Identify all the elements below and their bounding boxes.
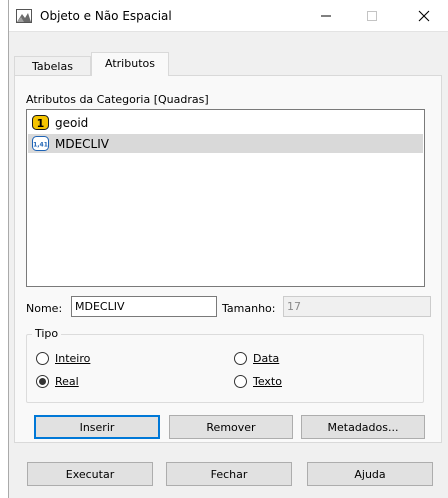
minimize-button[interactable] [303, 0, 349, 32]
radio-inteiro[interactable]: Inteiro [36, 352, 90, 365]
close-icon [418, 10, 430, 22]
real-type-icon: 1,41 [32, 136, 49, 151]
radio-label: Data [253, 352, 280, 365]
radio-button-unchecked [234, 375, 247, 388]
title-bar[interactable]: Objeto e Não Espacial [9, 0, 448, 32]
list-item-label: MDECLIV [55, 136, 109, 151]
app-icon [16, 9, 32, 23]
remove-button[interactable]: Remover [169, 415, 293, 439]
radio-real[interactable]: Real [36, 375, 79, 388]
list-item-mdecliv[interactable]: 1,41 MDECLIV [28, 134, 423, 153]
name-input[interactable]: MDECLIV [71, 296, 217, 317]
maximize-icon [367, 11, 377, 21]
maximize-button[interactable] [349, 0, 395, 32]
close-dialog-button[interactable]: Fechar [166, 462, 292, 486]
radio-data[interactable]: Data [234, 352, 279, 365]
integer-type-icon: 1 [32, 115, 49, 130]
tab-atributos[interactable]: Atributos [91, 52, 169, 76]
minimize-icon [321, 15, 331, 17]
list-item-label: geoid [55, 115, 89, 130]
tab-tabelas[interactable]: Tabelas [14, 56, 91, 75]
insert-button[interactable]: Inserir [34, 415, 160, 439]
metadata-button[interactable]: Metadados... [301, 415, 425, 439]
radio-button-unchecked [234, 352, 247, 365]
radio-texto[interactable]: Texto [234, 375, 282, 388]
svg-text:1,41: 1,41 [33, 142, 48, 149]
window-title: Objeto e Não Espacial [40, 9, 172, 23]
radio-button-checked [36, 375, 49, 388]
radio-label: Inteiro [55, 352, 91, 365]
attributes-section-label: Atributos da Categoria [Quadras] [26, 93, 209, 106]
size-input: 17 [283, 296, 431, 317]
list-item-geoid[interactable]: 1 geoid [28, 113, 423, 132]
attributes-list[interactable]: 1 geoid 1,41 MDECLIV [26, 109, 425, 287]
radio-label: Texto [253, 375, 282, 388]
type-group-title: Tipo [32, 327, 62, 340]
close-button[interactable] [401, 0, 447, 32]
radio-button-unchecked [36, 352, 49, 365]
svg-text:1: 1 [37, 117, 45, 130]
type-groupbox [26, 334, 424, 403]
dialog-window: Objeto e Não Espacial Tabelas Atributos … [8, 0, 448, 498]
help-button[interactable]: Ajuda [307, 462, 433, 486]
radio-label: Real [55, 375, 79, 388]
size-label: Tamanho: [222, 302, 276, 315]
name-label: Nome: [26, 302, 63, 315]
execute-button[interactable]: Executar [27, 462, 153, 486]
